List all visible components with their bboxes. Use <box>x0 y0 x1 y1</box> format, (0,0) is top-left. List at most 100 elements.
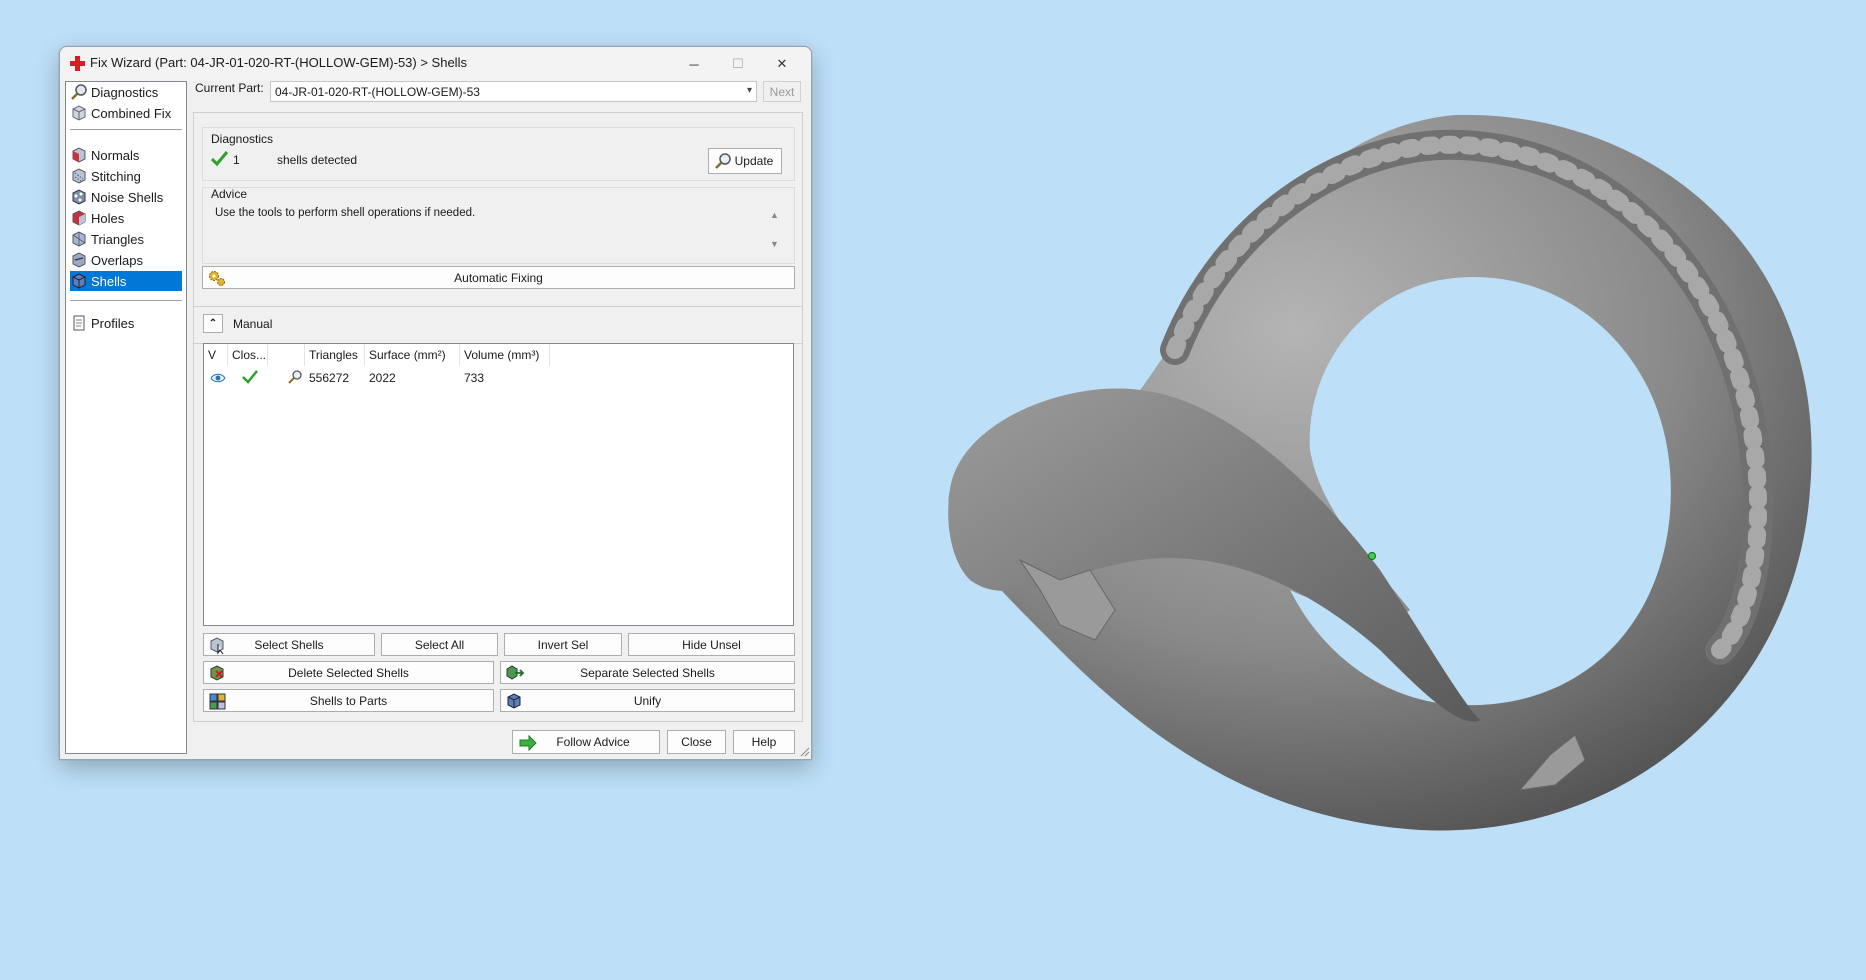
nav-item-profiles[interactable]: Profiles <box>70 313 182 333</box>
close-label: Close <box>681 735 712 749</box>
stitching-icon <box>72 168 86 184</box>
shells-icon <box>72 273 86 289</box>
select-all-button[interactable]: Select All <box>381 633 498 656</box>
maximize-button[interactable]: ☐ <box>716 47 760 81</box>
select-all-label: Select All <box>414 637 465 652</box>
3d-viewport[interactable] <box>900 90 1830 920</box>
column-header-tools[interactable] <box>268 344 305 366</box>
cube-icon <box>72 105 86 121</box>
green-arrow-icon <box>519 734 537 752</box>
nav-item-normals[interactable]: Normals <box>70 145 182 165</box>
cell-triangles: 556272 <box>309 371 350 385</box>
select-shells-icon <box>210 637 224 655</box>
nav-label: Profiles <box>91 315 135 331</box>
noise-shells-icon <box>72 189 86 205</box>
manual-title: Manual <box>233 317 273 331</box>
invert-sel-button[interactable]: Invert Sel <box>504 633 622 656</box>
shells-to-parts-button[interactable]: Shells to Parts <box>203 689 494 712</box>
update-label: Update <box>734 154 774 168</box>
nav-item-diagnostics[interactable]: Diagnostics <box>70 82 182 102</box>
fix-wizard-window: Fix Wizard (Part: 04-JR-01-020-RT-(HOLLO… <box>59 46 812 760</box>
nav-label: Holes <box>91 210 125 226</box>
hide-unsel-label: Hide Unsel <box>682 637 741 652</box>
column-header-closed[interactable]: Clos... <box>228 344 268 366</box>
select-shells-label: Select Shells <box>254 637 324 652</box>
app-cross-icon <box>70 56 85 71</box>
cell-volume: 733 <box>464 371 485 385</box>
minimize-button[interactable]: ─ <box>672 47 716 81</box>
nav-item-holes[interactable]: Holes <box>70 208 182 228</box>
closed-check-icon <box>242 370 258 384</box>
column-header-surface[interactable]: Surface (mm²) <box>365 344 460 366</box>
eye-icon[interactable] <box>210 372 226 384</box>
close-button[interactable]: Close <box>667 730 726 754</box>
nav-label: Shells <box>91 273 127 289</box>
nav-label: Diagnostics <box>91 84 159 100</box>
nav-label: Stitching <box>91 168 141 184</box>
title-bar[interactable]: Fix Wizard (Part: 04-JR-01-020-RT-(HOLLO… <box>60 47 811 81</box>
nav-label: Triangles <box>91 231 144 247</box>
automatic-fixing-label: Automatic Fixing <box>454 270 543 285</box>
nav-label: Combined Fix <box>91 105 172 121</box>
normals-icon <box>72 147 86 163</box>
follow-advice-button[interactable]: Follow Advice <box>512 730 660 754</box>
nav-label: Overlaps <box>91 252 144 268</box>
nav-item-combined-fix[interactable]: Combined Fix <box>70 103 182 123</box>
delete-shells-icon <box>210 665 224 681</box>
gears-icon <box>209 271 225 286</box>
magnifier-icon <box>71 84 87 100</box>
shells-to-parts-label: Shells to Parts <box>309 693 388 708</box>
nav-divider <box>70 129 182 130</box>
unify-button[interactable]: Unify <box>500 689 795 712</box>
scroll-down-icon[interactable]: ▼ <box>770 239 779 249</box>
advice-title: Advice <box>211 187 248 201</box>
next-button[interactable]: Next <box>763 81 801 102</box>
shell-count: 1 <box>233 153 240 167</box>
holes-icon <box>72 210 86 226</box>
nav-item-shells[interactable]: Shells <box>70 271 182 291</box>
next-label: Next <box>769 84 795 99</box>
shells-table[interactable]: V Clos... Triangles Surface (mm²) Volume… <box>203 343 794 626</box>
separate-selected-shells-button[interactable]: Separate Selected Shells <box>500 661 795 684</box>
resize-grip-icon[interactable] <box>800 747 810 757</box>
diagnostics-title: Diagnostics <box>211 132 274 146</box>
separate-shells-icon <box>506 665 525 680</box>
current-part-select[interactable]: 04-JR-01-020-RT-(HOLLOW-GEM)-53 ▾ <box>270 81 757 102</box>
magnifier-icon <box>715 153 731 169</box>
column-header-visible[interactable]: V <box>204 344 228 366</box>
overlaps-icon <box>72 252 86 268</box>
cell-surface: 2022 <box>369 371 396 385</box>
hide-unsel-button[interactable]: Hide Unsel <box>628 633 795 656</box>
select-shells-button[interactable]: Select Shells <box>203 633 375 656</box>
nav-item-noise-shells[interactable]: Noise Shells <box>70 187 182 207</box>
update-button[interactable]: Update <box>708 148 782 174</box>
zoom-to-shell-icon[interactable] <box>287 369 303 385</box>
column-header-volume[interactable]: Volume (mm³) <box>460 344 550 366</box>
nav-label: Noise Shells <box>91 189 164 205</box>
separate-selected-label: Separate Selected Shells <box>580 665 715 680</box>
current-part-label: Current Part: <box>195 81 264 95</box>
advice-group <box>202 187 795 264</box>
help-button[interactable]: Help <box>733 730 795 754</box>
nav-divider <box>70 300 182 301</box>
maximize-icon: ☐ <box>732 56 744 71</box>
wizard-nav: Diagnostics Combined Fix Normals Stitchi… <box>65 81 187 754</box>
collapse-manual-button[interactable]: ⌃ <box>203 314 223 333</box>
check-icon <box>211 151 228 166</box>
chevron-down-icon: ▾ <box>746 85 752 96</box>
scroll-up-icon[interactable]: ▲ <box>770 210 779 220</box>
document-icon <box>73 315 85 331</box>
help-label: Help <box>751 735 777 749</box>
nav-item-stitching[interactable]: Stitching <box>70 166 182 186</box>
nav-item-overlaps[interactable]: Overlaps <box>70 250 182 270</box>
delete-selected-label: Delete Selected Shells <box>288 665 409 680</box>
ring-model <box>948 114 1812 831</box>
close-window-button[interactable]: ✕ <box>760 47 804 81</box>
triangles-icon <box>72 231 86 247</box>
automatic-fixing-button[interactable]: Automatic Fixing <box>202 266 795 289</box>
follow-advice-label: Follow Advice <box>556 735 630 749</box>
delete-selected-shells-button[interactable]: Delete Selected Shells <box>203 661 494 684</box>
unify-label: Unify <box>633 693 662 708</box>
nav-item-triangles[interactable]: Triangles <box>70 229 182 249</box>
column-header-triangles[interactable]: Triangles <box>305 344 365 366</box>
